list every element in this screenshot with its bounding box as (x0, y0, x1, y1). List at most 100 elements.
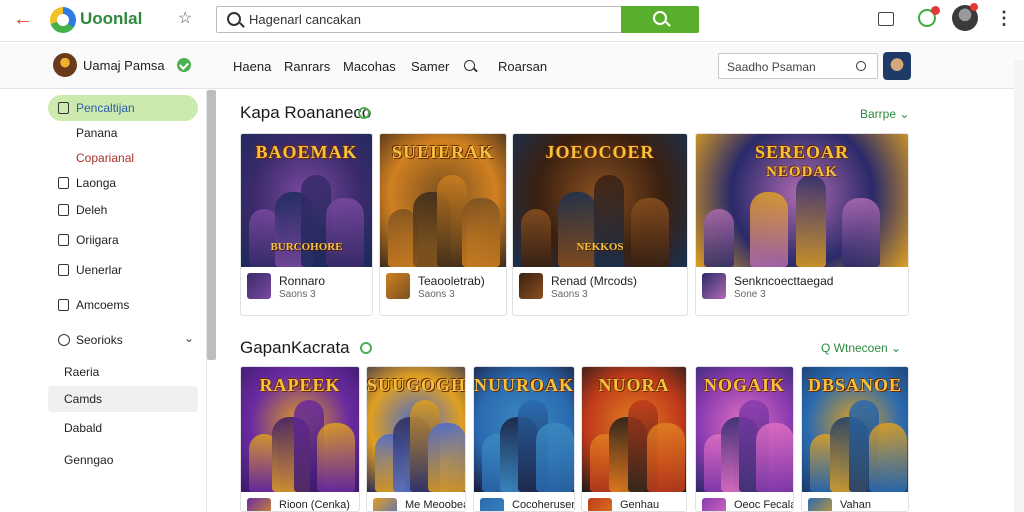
section-action-games[interactable]: Q Wtnecoen ⌄ (821, 341, 901, 355)
game-cover-art[interactable]: SUEIERAK (380, 134, 506, 267)
nav-link-1[interactable]: Ranrars (284, 59, 330, 74)
game-thumbnail[interactable] (588, 498, 612, 511)
game-title[interactable]: Ronnaro (279, 274, 325, 288)
character-art (647, 423, 685, 492)
nav-link-2[interactable]: Macohas (343, 59, 396, 74)
chevron-down-icon[interactable]: ⌄ (184, 331, 194, 345)
back-arrow-icon[interactable]: ← (12, 8, 34, 30)
section-action-featured[interactable]: Barrpe ⌄ (860, 107, 909, 121)
app-logo[interactable] (50, 7, 76, 33)
game-title[interactable]: Renad (Mrcods) (551, 274, 637, 288)
sidebar-item-label: Camds (64, 392, 103, 406)
game-cover-art[interactable]: JOEOCOER NEKKOS (513, 134, 687, 267)
character-art (326, 198, 365, 267)
game-card[interactable]: NUORA Genhau (581, 366, 687, 512)
game-card[interactable]: SUUGOGH Me Meoobean (366, 366, 466, 512)
game-card[interactable]: NUUROAK Cocoherusen (473, 366, 575, 512)
sidebar-item-label: Oriigara (76, 233, 119, 247)
media-icon[interactable] (878, 12, 894, 26)
sidebar-item-8[interactable]: Seorioks ⌄ (48, 327, 198, 353)
character-art (521, 209, 551, 267)
sidebar-item-5[interactable]: Oriigara (48, 227, 198, 253)
nav-link-3[interactable]: Samer (411, 59, 449, 74)
top-bar: ← Uoonlal ☆ ⋮ (0, 0, 1024, 42)
game-thumbnail[interactable] (247, 273, 271, 299)
game-cover-art[interactable]: SEREOAR NEODAK (696, 134, 908, 267)
sidebar-item-7[interactable]: Amcoems (48, 292, 198, 318)
character-art (630, 198, 669, 267)
sidebar-item-4[interactable]: Deleh (48, 197, 198, 223)
character-art (427, 423, 465, 492)
page-scrollbar[interactable] (1014, 60, 1024, 512)
game-title[interactable]: Rioon (Cenka) (279, 499, 350, 511)
character-art (316, 423, 355, 492)
star-icon[interactable]: ☆ (178, 8, 192, 28)
game-thumbnail[interactable] (373, 498, 397, 511)
nav-link-0[interactable]: Haena (233, 59, 271, 74)
game-card[interactable]: JOEOCOER NEKKOS Renad (Mrcods) Saons 3 (512, 133, 688, 316)
game-cover-art[interactable]: NUUROAK (474, 367, 574, 492)
section-action-label: Q Wtnecoen (821, 341, 888, 355)
game-thumbnail[interactable] (247, 498, 271, 511)
search-input[interactable] (249, 9, 619, 30)
sidebar-item-0[interactable]: Pencaltijan (48, 95, 198, 121)
game-card[interactable]: BAOEMAK BURCOHORE Ronnaro Saons 3 (240, 133, 373, 316)
game-card[interactable]: RAPEEK Rioon (Cenka) (240, 366, 360, 512)
sidebar-item-6[interactable]: Uenerlar (48, 257, 198, 283)
search-button[interactable] (621, 6, 699, 33)
sidebar-item-12[interactable]: Genngao (48, 447, 198, 473)
search-icon[interactable] (464, 60, 475, 71)
game-meta: Sone 3 (734, 289, 766, 300)
game-card[interactable]: DBSANOE Vahan (801, 366, 909, 512)
nav-link-4[interactable]: Roarsan (498, 59, 547, 74)
game-thumbnail[interactable] (808, 498, 832, 511)
game-thumbnail[interactable] (519, 273, 543, 299)
sidebar-item-11[interactable]: Dabald (48, 415, 198, 441)
secondary-search-input[interactable] (727, 57, 852, 76)
game-thumbnail[interactable] (702, 273, 726, 299)
user-avatar[interactable] (53, 53, 77, 77)
game-meta: Saons 3 (418, 289, 455, 300)
user-name[interactable]: Uamaj Pamsa (83, 58, 165, 73)
sidebar-item-label: Uenerlar (76, 263, 123, 277)
game-card[interactable]: NOGAIK Oeoc Fecalaafrak: (695, 366, 794, 512)
search-box[interactable] (216, 6, 622, 33)
game-cover-art[interactable]: DBSANOE (802, 367, 908, 492)
game-thumbnail[interactable] (480, 498, 504, 511)
more-menu-icon[interactable]: ⋮ (995, 8, 1013, 29)
game-thumbnail[interactable] (386, 273, 410, 299)
game-title[interactable]: Genhau (620, 499, 659, 511)
game-cover-art[interactable]: SUUGOGH (367, 367, 465, 492)
cover-title: RAPEEK (259, 375, 341, 395)
sidebar-item-label: Dabald (64, 421, 103, 435)
cover-title: NUORA (598, 375, 670, 395)
game-title[interactable]: Me Meoobean (405, 499, 465, 511)
game-title[interactable]: Oeoc Fecalaafrak: (734, 499, 793, 511)
game-cover-art[interactable]: BAOEMAK BURCOHORE (241, 134, 372, 267)
sidebar-item-label: Genngao (64, 453, 114, 467)
character-art (704, 209, 734, 267)
chevron-down-icon: ⌄ (899, 107, 910, 121)
game-cover-art[interactable]: NUORA (582, 367, 686, 492)
game-title[interactable]: Cocoherusen (512, 499, 574, 511)
game-card[interactable]: SUEIERAK Teaooletrab) Saons 3 (379, 133, 507, 316)
sidebar-scrollbar[interactable] (207, 90, 216, 360)
game-title[interactable]: Senkncoecttaegad (734, 274, 833, 288)
section-title-games: GapanKacrata (240, 338, 350, 357)
game-cover-art[interactable]: NOGAIK (696, 367, 793, 492)
game-thumbnail[interactable] (702, 498, 726, 511)
sidebar-item-label: Raeria (64, 365, 100, 379)
sidebar-item-1[interactable]: Panana (48, 120, 198, 146)
profile-avatar[interactable] (883, 52, 911, 80)
sidebar-item-2[interactable]: Coparianal (48, 145, 198, 171)
character-art (868, 423, 907, 492)
game-cover-art[interactable]: RAPEEK (241, 367, 359, 492)
account-badge (970, 3, 978, 11)
game-title[interactable]: Teaooletrab) (418, 274, 485, 288)
game-card[interactable]: SEREOAR NEODAK Senkncoecttaegad Sone 3 (695, 133, 909, 316)
sidebar-item-3[interactable]: Laonga (48, 170, 198, 196)
sidebar-item-10[interactable]: Camds (48, 386, 198, 412)
sidebar-item-9[interactable]: Raeria (48, 359, 198, 385)
secondary-search-box[interactable] (718, 53, 878, 79)
game-title[interactable]: Vahan (840, 499, 871, 511)
